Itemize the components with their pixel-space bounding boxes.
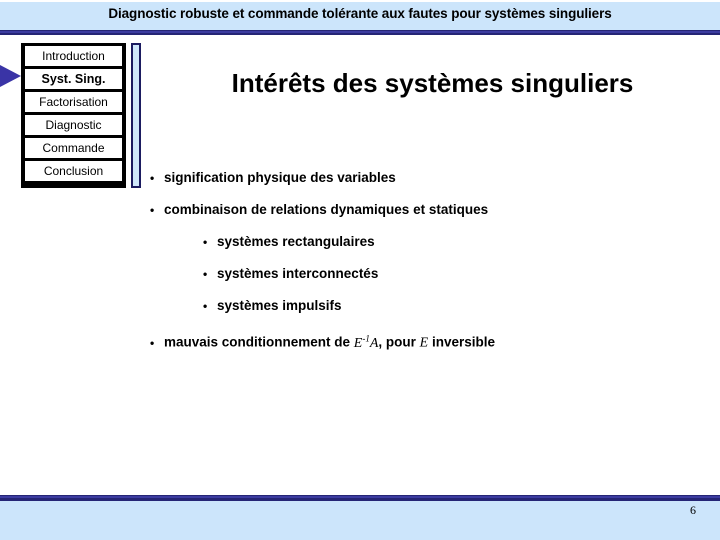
- bullet-text: systèmes rectangulaires: [217, 234, 375, 249]
- bullet-item: • signification physique des variables: [150, 162, 710, 194]
- bullet-marker-icon: •: [203, 235, 208, 249]
- sidebar-item-factorisation[interactable]: Factorisation: [25, 92, 122, 112]
- formula-suffix-text: inversible: [428, 334, 496, 350]
- bullet-item: • systèmes impulsifs: [203, 290, 710, 322]
- bullet-text: systèmes impulsifs: [217, 298, 342, 313]
- footer-banner: [0, 501, 720, 540]
- page-number: 6: [690, 503, 696, 517]
- formula-middle-text: , pour: [378, 334, 420, 350]
- formula-matrix-E-second: E: [419, 335, 429, 351]
- footer-divider-rule-highlight: [0, 496, 720, 498]
- sidebar-item-label: Diagnostic: [45, 118, 102, 132]
- bullet-item: • systèmes rectangulaires: [203, 226, 710, 258]
- sidebar-item-diagnostic[interactable]: Diagnostic: [25, 115, 122, 135]
- bullet-marker-icon: •: [203, 267, 208, 281]
- formula-prefix-text: mauvais conditionnement de: [164, 334, 354, 350]
- bullet-item-formula: • mauvais conditionnement de E-1A, pour E…: [150, 322, 710, 354]
- bullet-item: • systèmes interconnectés: [203, 258, 710, 290]
- section-navigation-frame: Introduction Syst. Sing. Factorisation D…: [21, 43, 126, 188]
- sidebar-item-label: Introduction: [42, 49, 105, 63]
- section-navigation: Introduction Syst. Sing. Factorisation D…: [21, 43, 126, 188]
- formula-expression: E-1A: [354, 333, 379, 351]
- sidebar-item-label: Conclusion: [43, 164, 104, 178]
- bullet-text: signification physique des variables: [164, 170, 396, 185]
- sidebar-item-label: Factorisation: [39, 95, 108, 109]
- bullet-marker-icon: •: [150, 171, 155, 185]
- sidebar-item-label: Syst. Sing.: [41, 72, 106, 86]
- presentation-title: Diagnostic robuste et commande tolérante…: [108, 6, 612, 21]
- bullet-marker-icon: •: [203, 299, 208, 313]
- header-divider-rule-highlight: [0, 31, 720, 33]
- formula-exponent: -1: [362, 333, 370, 343]
- bullet-text: combinaison de relations dynamiques: [164, 202, 414, 217]
- bullet-marker-icon: •: [150, 335, 155, 350]
- sidebar-divider-bar: [131, 43, 141, 188]
- slide-body: • signification physique des variables • c…: [150, 162, 710, 354]
- sidebar-item-conclusion[interactable]: Conclusion: [25, 161, 122, 181]
- bullet-text-emphasis: et: [413, 202, 426, 217]
- sidebar-item-commande[interactable]: Commande: [25, 138, 122, 158]
- bullet-text-tail: statiques: [425, 202, 489, 217]
- slide-title: Intérêts des systèmes singuliers: [231, 68, 634, 98]
- active-section-pointer-icon: [0, 65, 21, 87]
- sidebar-item-label: Commande: [42, 141, 105, 155]
- bullet-marker-icon: •: [150, 203, 155, 217]
- bullet-item: • combinaison de relations dynamiques et …: [150, 194, 710, 226]
- sidebar-item-syst-sing[interactable]: Syst. Sing.: [25, 69, 122, 89]
- sidebar-item-introduction[interactable]: Introduction: [25, 46, 122, 66]
- bullet-text: systèmes interconnectés: [217, 266, 379, 281]
